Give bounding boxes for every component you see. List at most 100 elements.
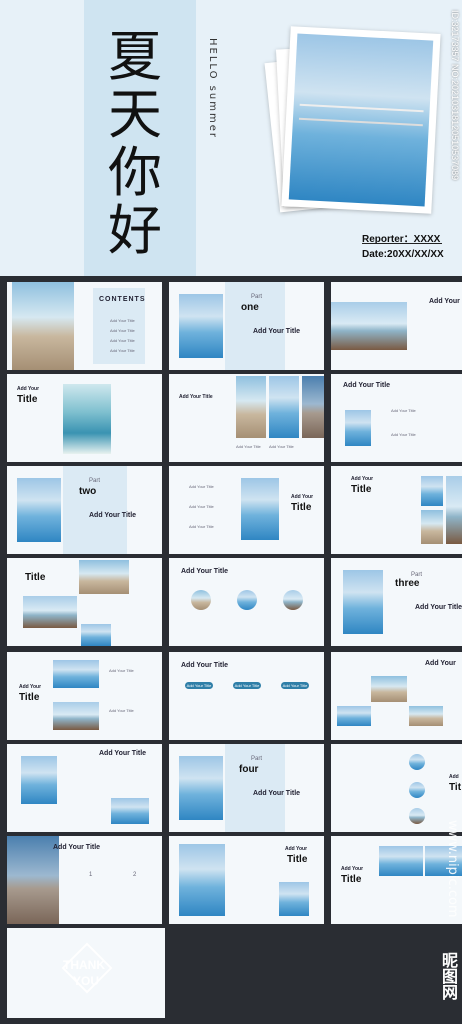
sea-image bbox=[111, 798, 149, 824]
beach-umbrella-image bbox=[12, 282, 74, 370]
slide-title-wave: Add Your Title bbox=[7, 374, 162, 462]
contents-item: Add Your Title bbox=[110, 348, 135, 353]
item-label: Add Your Title bbox=[391, 408, 416, 413]
deck-image bbox=[23, 596, 77, 628]
slide-circle-list: Add Tit bbox=[331, 744, 462, 832]
circle-image bbox=[283, 590, 303, 610]
slide-thank-you: THANK YOU bbox=[7, 928, 165, 1018]
slide-title: Add Your Title bbox=[415, 604, 462, 611]
sea-image bbox=[81, 624, 111, 646]
step-number: 1 bbox=[89, 872, 93, 878]
slide-title: Add Your Title bbox=[181, 662, 229, 669]
railing bbox=[299, 103, 424, 113]
slide-title: Title bbox=[291, 502, 312, 513]
slide-part-one: Part one Add Your Title bbox=[169, 282, 324, 370]
item-label: Add Your Title bbox=[189, 504, 214, 509]
wave-image bbox=[63, 384, 111, 454]
slide-title: Title bbox=[341, 874, 362, 885]
slide-subtitle: Add Your bbox=[341, 866, 364, 872]
item-label: Add Your Title bbox=[391, 432, 416, 437]
slide-title: Title bbox=[351, 484, 372, 495]
date-label: Date:20XX/XX/XX bbox=[362, 249, 444, 260]
pill-label: Add Your Title bbox=[281, 682, 309, 689]
part-number: one bbox=[241, 302, 259, 313]
sea-image bbox=[421, 476, 443, 506]
slide-part-two: Part two Add Your Title bbox=[7, 466, 162, 554]
cover-main-photo bbox=[281, 26, 441, 214]
contents-heading: CONTENTS bbox=[99, 296, 146, 303]
slide-title-photos: Add Your Title bbox=[169, 836, 324, 924]
deck-image bbox=[53, 702, 99, 730]
slide-title: Title bbox=[25, 572, 46, 583]
slide-title: Add Your Title bbox=[89, 512, 137, 519]
slide-subtitle: Add Your bbox=[291, 494, 314, 500]
sea-image bbox=[337, 706, 371, 726]
slide-title: Add Your Title bbox=[253, 790, 301, 797]
beach-image bbox=[409, 706, 443, 726]
slide-subtitle: Add Your bbox=[17, 386, 40, 392]
cover-slide: 夏 天 你 好 HELLO summer Reporter：XXXX Date:… bbox=[0, 0, 462, 276]
contents-item: Add Your Title bbox=[110, 328, 135, 333]
umbrella-image bbox=[79, 560, 129, 594]
sea-image bbox=[179, 294, 223, 358]
circle-image bbox=[409, 808, 425, 824]
slide-deck: Add Your bbox=[331, 282, 462, 370]
item-label: Add Your Title bbox=[109, 708, 134, 713]
slide-title: Add Your bbox=[429, 298, 460, 305]
beach-image bbox=[421, 510, 443, 544]
slide-title: Add Your bbox=[425, 660, 456, 667]
cover-title-char: 天 bbox=[108, 83, 162, 146]
circle-image bbox=[191, 590, 211, 610]
lamp-dock-image bbox=[7, 836, 59, 924]
slide-three-pills: Add Your Title Add Your Title Add Your T… bbox=[169, 652, 324, 740]
slide-three-circles: Add Your Title bbox=[169, 558, 324, 646]
slide-title: Add Your Title bbox=[179, 394, 213, 400]
sea-image bbox=[279, 882, 309, 916]
sea-image bbox=[379, 846, 423, 876]
id-watermark: ID:32173357 NO:20210318120510537089 bbox=[450, 10, 460, 181]
photo-caption: Add Your Title bbox=[269, 444, 294, 449]
sea-image bbox=[17, 478, 61, 542]
nipic-url-watermark: www.nipic.com bbox=[445, 820, 460, 918]
part-number: two bbox=[79, 486, 97, 497]
slide-numbered: Add Your Title 1 2 bbox=[7, 836, 162, 924]
slide-title: Add Your Title bbox=[343, 382, 391, 389]
circle-image bbox=[409, 782, 425, 798]
slide-title: Add Your Title bbox=[99, 750, 147, 757]
slide-title: Tit bbox=[449, 782, 462, 793]
part-label: Part bbox=[251, 294, 263, 300]
reporter-underline bbox=[362, 243, 442, 244]
item-label: Add Your Title bbox=[109, 668, 134, 673]
slide-title: Add Your Title bbox=[53, 844, 101, 851]
cover-title-char: 好 bbox=[108, 199, 162, 262]
slide-title: Add Your Title bbox=[253, 328, 301, 335]
slide-list-photo: Add Your Title Add Your Title Add Your T… bbox=[169, 466, 324, 554]
slide-contents: CONTENTS Add Your Title Add Your Title A… bbox=[7, 282, 162, 370]
slide-grid-photos: Add Your Title bbox=[331, 466, 462, 554]
slide-part-four: Part four Add Your Title bbox=[169, 744, 324, 832]
contents-item: Add Your Title bbox=[110, 338, 135, 343]
cover-title-char: 你 bbox=[108, 141, 162, 204]
slide-title: Title bbox=[287, 854, 308, 865]
part-label: Part bbox=[89, 478, 101, 484]
beach-image bbox=[236, 376, 266, 438]
sea-image bbox=[241, 478, 279, 540]
sea-image bbox=[179, 844, 225, 916]
sea-image bbox=[269, 376, 299, 438]
circle-image bbox=[237, 590, 257, 610]
deck-chairs-image bbox=[331, 302, 407, 350]
slide-two-photos: Add Your Title bbox=[7, 744, 162, 832]
deck-image bbox=[446, 476, 462, 544]
slide-title-photo-right: Add Your Title bbox=[331, 836, 462, 924]
railing bbox=[298, 117, 423, 127]
step-number: 2 bbox=[133, 872, 137, 878]
slide-icons-list: Add Your Title Add Your Title Add Your T… bbox=[331, 374, 462, 462]
thank-text: THANK bbox=[63, 958, 105, 972]
item-label: Add Your Title bbox=[189, 524, 214, 529]
sea-deck-image bbox=[288, 33, 434, 207]
photo-caption: Add Your Title bbox=[236, 444, 261, 449]
umbrella-image bbox=[371, 676, 407, 702]
nipic-brand-watermark: 昵图网 bbox=[439, 952, 458, 1000]
slide-title: Title bbox=[19, 692, 40, 703]
slide-subtitle: Add bbox=[449, 774, 459, 780]
